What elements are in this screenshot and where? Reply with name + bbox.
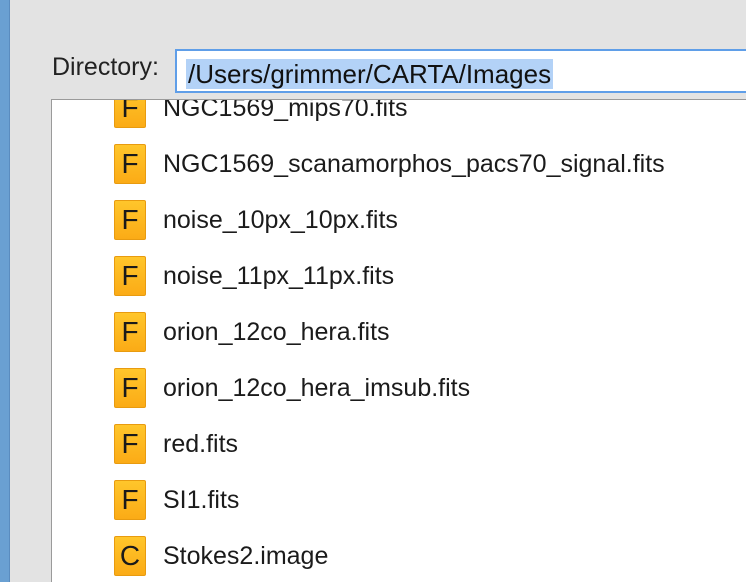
- fits-file-icon: F: [114, 200, 146, 240]
- file-name[interactable]: NGC1569_mips70.fits: [163, 100, 408, 124]
- list-item[interactable]: F SI1.fits: [52, 472, 746, 528]
- file-name[interactable]: SI1.fits: [163, 484, 239, 516]
- file-name[interactable]: orion_12co_hera.fits: [163, 316, 390, 348]
- file-name[interactable]: red.fits: [163, 428, 238, 460]
- list-item[interactable]: F NGC1569_mips70.fits: [52, 100, 746, 136]
- list-item[interactable]: F red.fits: [52, 416, 746, 472]
- file-list[interactable]: F NGC1569_mips70.fits F NGC1569_scanamor…: [51, 99, 746, 582]
- file-browser-dialog: Directory: /Users/grimmer/CARTA/Images F…: [9, 0, 746, 582]
- file-name[interactable]: noise_10px_10px.fits: [163, 204, 398, 236]
- list-item[interactable]: F noise_11px_11px.fits: [52, 248, 746, 304]
- directory-input[interactable]: /Users/grimmer/CARTA/Images: [175, 49, 746, 93]
- fits-file-icon: F: [114, 368, 146, 408]
- list-item[interactable]: C Stokes2.image: [52, 528, 746, 582]
- fits-file-icon: F: [114, 424, 146, 464]
- file-name[interactable]: NGC1569_scanamorphos_pacs70_signal.fits: [163, 148, 665, 180]
- list-item[interactable]: F orion_12co_hera.fits: [52, 304, 746, 360]
- fits-file-icon: F: [114, 312, 146, 352]
- file-name[interactable]: Stokes2.image: [163, 540, 328, 572]
- fits-file-icon: F: [114, 100, 146, 128]
- file-name[interactable]: noise_11px_11px.fits: [163, 260, 394, 292]
- directory-label: Directory:: [52, 53, 159, 81]
- list-item[interactable]: F noise_10px_10px.fits: [52, 192, 746, 248]
- file-name[interactable]: orion_12co_hera_imsub.fits: [163, 372, 470, 404]
- fits-file-icon: F: [114, 256, 146, 296]
- list-item[interactable]: F orion_12co_hera_imsub.fits: [52, 360, 746, 416]
- directory-input-value[interactable]: /Users/grimmer/CARTA/Images: [186, 59, 554, 89]
- list-item[interactable]: F NGC1569_scanamorphos_pacs70_signal.fit…: [52, 136, 746, 192]
- fits-file-icon: F: [114, 480, 146, 520]
- casa-image-icon: C: [114, 536, 146, 576]
- fits-file-icon: F: [114, 144, 146, 184]
